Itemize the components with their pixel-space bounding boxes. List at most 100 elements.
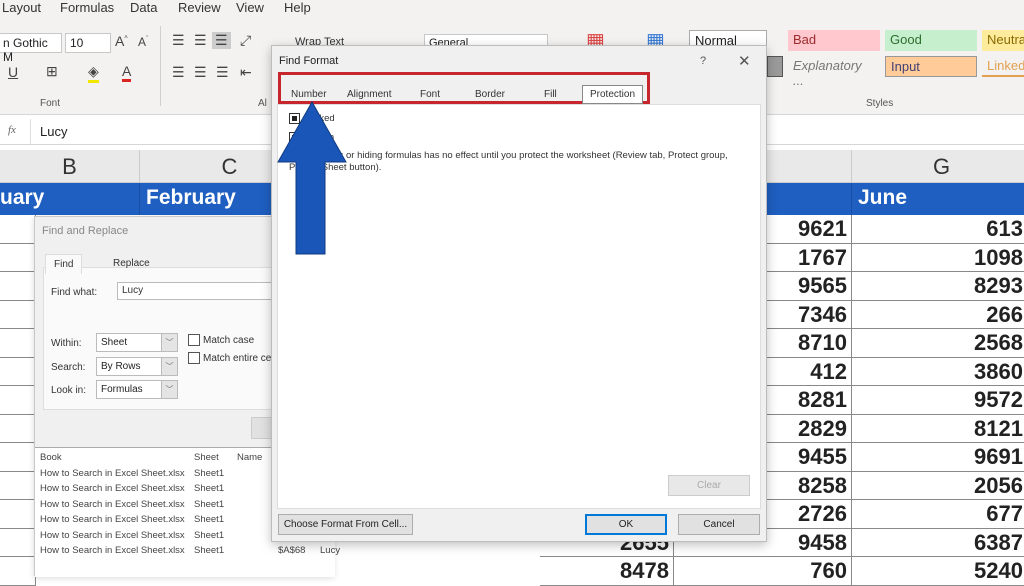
cell-b[interactable] (0, 215, 36, 244)
result-sheet: Sheet1 (194, 498, 225, 510)
chevron-down-icon: ﹀ (161, 381, 177, 398)
search-label: Search: (51, 362, 86, 373)
up-arrow-annotation-icon (277, 100, 347, 255)
cell-g[interactable]: 9691 (852, 443, 1024, 472)
cell-b[interactable] (0, 414, 36, 443)
within-select[interactable]: Sheet ﹀ (96, 333, 178, 352)
style-explanatory[interactable]: Explanatory ... (788, 56, 880, 88)
cell-g[interactable]: 266 (852, 301, 1024, 329)
result-sheet: Sheet1 (194, 529, 225, 541)
choose-format-from-cell-button[interactable]: Choose Format From Cell... (278, 514, 413, 535)
menu-help[interactable]: Help (284, 0, 311, 15)
column-header-g[interactable]: G (852, 150, 1024, 183)
result-sheet: Sheet1 (194, 514, 225, 526)
result-book: How to Search in Excel Sheet.xlsx (40, 468, 185, 479)
align-center-icon[interactable]: ☰ (194, 64, 207, 81)
result-book: How to Search in Excel Sheet.xlsx (40, 498, 185, 510)
lookin-select[interactable]: Formulas ﹀ (96, 380, 178, 399)
find-format-title: Find Format (279, 55, 339, 67)
cell-b[interactable] (0, 329, 36, 358)
indent-icon[interactable]: ⇤ (240, 64, 252, 81)
style-input[interactable]: Input (885, 56, 977, 77)
borders-icon[interactable]: ⊞ (46, 63, 58, 80)
menu-review[interactable]: Review (178, 0, 221, 15)
cell-g[interactable]: 2056 (852, 472, 1024, 500)
cell-g[interactable]: 9572 (852, 386, 1024, 415)
cell-g[interactable]: 8293 (852, 272, 1024, 301)
align-right-icon[interactable]: ☰ (216, 64, 229, 81)
chevron-down-icon: ﹀ (161, 358, 177, 375)
cell-g[interactable]: 6387 (852, 529, 1024, 557)
cell-b[interactable] (0, 528, 36, 557)
tab-protection[interactable]: Protection (582, 85, 644, 104)
result-book: How to Search in Excel Sheet.xlsx (40, 514, 185, 526)
cell-f[interactable]: 760 (674, 557, 852, 586)
result-book: How to Search in Excel Sheet.xlsx (40, 483, 185, 495)
match-case-checkbox[interactable] (188, 334, 200, 346)
tab-replace[interactable]: Replace (105, 254, 158, 274)
tab-fill[interactable]: Fill (537, 86, 564, 103)
cell-g[interactable]: 613 (852, 215, 1024, 244)
font-color-icon[interactable]: A (122, 63, 132, 82)
cell-b[interactable] (0, 300, 36, 329)
tab-find[interactable]: Find (45, 254, 83, 274)
result-cell: $A$68 (278, 545, 306, 556)
cell-b[interactable] (0, 471, 36, 500)
formula-input[interactable]: Lucy (40, 124, 67, 139)
menu-formulas[interactable]: Formulas (60, 0, 114, 15)
style-linked[interactable]: Linked (982, 56, 1024, 77)
match-entire-checkbox[interactable] (188, 352, 200, 364)
header-cell-june[interactable]: June (852, 183, 1024, 215)
result-sheet: Sheet1 (194, 545, 225, 556)
cell-g[interactable]: 1098 (852, 244, 1024, 272)
font-size-box[interactable]: 10 (65, 33, 111, 53)
underline-icon[interactable]: U (8, 64, 18, 80)
help-icon[interactable]: ? (700, 55, 706, 67)
align-middle-icon[interactable]: ☰ (194, 32, 207, 49)
header-cell-january[interactable]: uary (0, 183, 140, 215)
cell-g[interactable]: 5240 (852, 557, 1024, 586)
cell-e[interactable]: 8478 (540, 557, 674, 586)
cell-g[interactable]: 8121 (852, 415, 1024, 443)
tab-alignment[interactable]: Alignment (340, 86, 398, 103)
align-bottom-icon[interactable]: ☰ (212, 32, 231, 49)
align-top-icon[interactable]: ☰ (172, 32, 185, 49)
orientation-icon[interactable]: ⤢ (240, 32, 251, 49)
style-bad[interactable]: Bad (788, 30, 880, 51)
match-entire-label: Match entire cel (203, 353, 274, 364)
style-good[interactable]: Good (885, 30, 977, 51)
cell-g[interactable]: 3860 (852, 358, 1024, 386)
tab-font[interactable]: Font (413, 86, 447, 103)
style-check-cell[interactable] (767, 56, 783, 77)
cell-b[interactable] (0, 357, 36, 386)
cell-b[interactable] (0, 272, 36, 301)
menu-layout[interactable]: Layout (2, 0, 41, 15)
menu-view[interactable]: View (236, 0, 264, 15)
cell-g[interactable]: 2568 (852, 329, 1024, 358)
column-header-b[interactable]: B (0, 150, 140, 183)
cell-b[interactable] (0, 443, 36, 472)
menu-data[interactable]: Data (130, 0, 157, 15)
align-left-icon[interactable]: ☰ (172, 64, 185, 81)
clear-button[interactable]: Clear (668, 475, 750, 496)
cancel-button[interactable]: Cancel (678, 514, 760, 535)
protection-note: Locking cells or hiding formulas has no … (289, 150, 728, 173)
chevron-down-icon: ﹀ (161, 334, 177, 351)
cell-b[interactable] (0, 386, 36, 415)
cell-b[interactable] (0, 243, 36, 272)
font-name-box[interactable]: n Gothic M (0, 33, 62, 64)
result-sheet: Sheet1 (194, 483, 225, 495)
result-row[interactable]: How to Search in Excel Sheet.xlsx Sheet1 $… (40, 545, 340, 559)
increase-font-icon[interactable]: A^ (115, 33, 128, 49)
ok-button[interactable]: OK (585, 514, 667, 535)
fx-icon[interactable]: fx (8, 124, 16, 136)
tab-border[interactable]: Border (468, 86, 512, 103)
cell-g[interactable]: 677 (852, 500, 1024, 529)
cell-b[interactable] (0, 500, 36, 529)
style-neutral[interactable]: Neutra (982, 30, 1024, 51)
search-select[interactable]: By Rows ﹀ (96, 357, 178, 376)
fill-color-icon[interactable]: ◈ (88, 63, 99, 83)
close-icon[interactable]: ✕ (738, 52, 751, 70)
decrease-font-icon[interactable]: Aˇ (138, 35, 148, 49)
cell-b[interactable] (0, 557, 36, 586)
